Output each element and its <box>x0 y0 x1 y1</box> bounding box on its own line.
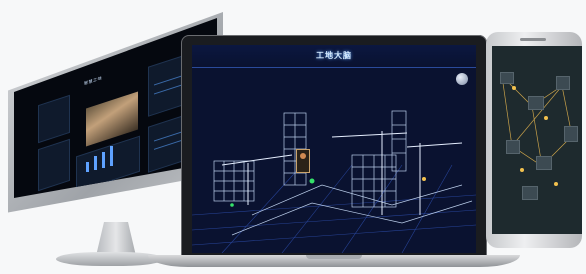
phone-map-tile[interactable] <box>556 76 570 90</box>
phone-map-pin[interactable] <box>512 86 516 90</box>
monitor-panel <box>38 138 70 192</box>
construction-site-3d-scene[interactable] <box>192 45 476 253</box>
phone-map-tile[interactable] <box>528 96 544 110</box>
phone-speaker <box>520 38 546 41</box>
phone-screen <box>492 46 582 234</box>
monitor-chart-bar <box>102 152 105 168</box>
phone-map-tile[interactable] <box>536 156 552 170</box>
phone-map-pin[interactable] <box>520 168 524 172</box>
monitor-chart-bar <box>86 162 89 172</box>
phone-map-pin[interactable] <box>544 116 548 120</box>
phone-map-tile[interactable] <box>564 126 578 142</box>
monitor-chart-bar <box>94 156 97 170</box>
monitor-panel <box>38 94 70 144</box>
monitor-stand <box>96 222 136 256</box>
laptop-screen: 工地大脑 <box>192 45 476 253</box>
phone-map-pin[interactable] <box>554 182 558 186</box>
status-marker[interactable] <box>422 177 426 181</box>
phone-map-tile[interactable] <box>522 186 538 200</box>
status-marker[interactable] <box>230 203 234 207</box>
laptop-notch <box>306 255 362 259</box>
status-marker[interactable] <box>309 178 315 184</box>
worker-profile-card[interactable] <box>296 149 310 173</box>
monitor-chart-bar <box>110 146 113 166</box>
phone-map-tile[interactable] <box>500 72 514 84</box>
monitor-dashboard-title: 智慧工地 <box>84 75 102 86</box>
phone-map-tile[interactable] <box>506 140 520 154</box>
